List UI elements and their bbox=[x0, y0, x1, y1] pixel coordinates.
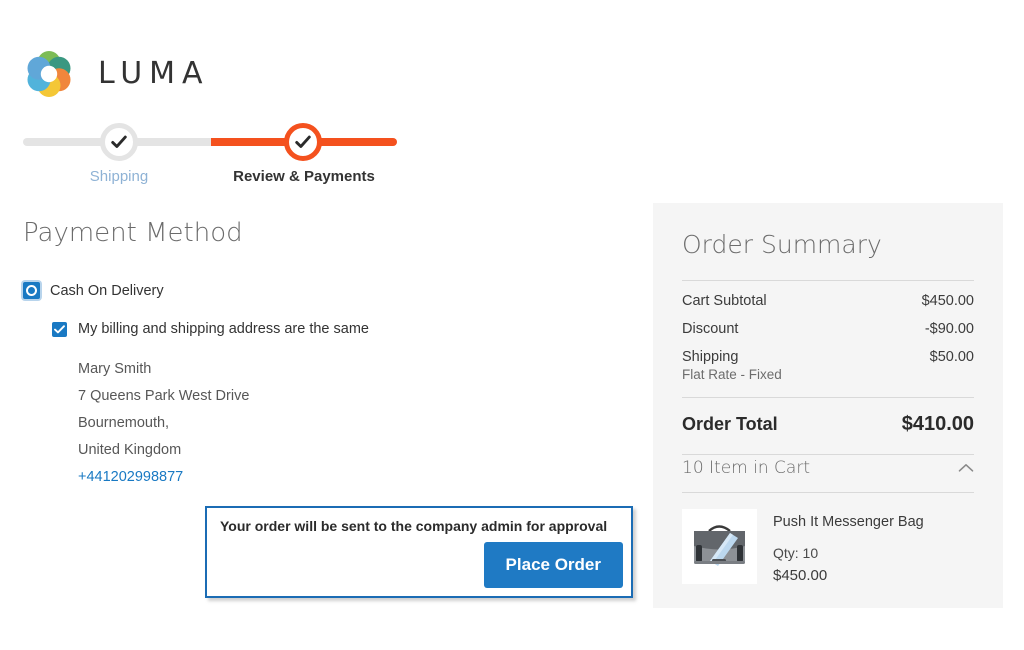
cart-items-toggle[interactable]: 10 Item in Cart bbox=[682, 455, 974, 492]
check-icon bbox=[111, 135, 127, 148]
step-label-shipping[interactable]: Shipping bbox=[90, 168, 148, 185]
totals-row-cart-subtotal: Cart Subtotal $450.00 bbox=[682, 281, 974, 309]
payment-method-label: Cash On Delivery bbox=[50, 282, 164, 299]
address-name: Mary Smith bbox=[78, 361, 152, 377]
divider bbox=[682, 492, 974, 493]
billing-address-block: My billing and shipping address are the … bbox=[52, 321, 623, 491]
billing-address-text: Mary Smith 7 Queens Park West Drive Bour… bbox=[78, 356, 623, 491]
order-total-label: Order Total bbox=[682, 414, 778, 434]
totals-label: Cart Subtotal bbox=[682, 293, 767, 309]
order-summary-title: Order Summary bbox=[682, 230, 882, 259]
address-street: 7 Queens Park West Drive bbox=[78, 388, 250, 404]
approval-notice-text: Your order will be sent to the company a… bbox=[220, 518, 608, 534]
totals-row-shipping: Shipping Flat Rate - Fixed $50.00 bbox=[682, 337, 974, 397]
cart-item: Push It Messenger Bag Qty: 10 $450.00 bbox=[682, 506, 974, 588]
totals-value: $450.00 bbox=[921, 293, 974, 309]
cart-item-name[interactable]: Push It Messenger Bag bbox=[773, 512, 924, 532]
address-city: Bournemouth, bbox=[78, 415, 170, 431]
address-phone[interactable]: +441202998877 bbox=[78, 464, 623, 491]
page-title: Payment Method bbox=[23, 218, 243, 248]
step-label-review-payments: Review & Payments bbox=[233, 168, 375, 185]
chevron-up-icon[interactable] bbox=[958, 463, 974, 473]
place-order-button[interactable]: Place Order bbox=[483, 542, 623, 588]
order-summary-panel: Order Summary Cart Subtotal $450.00 Disc… bbox=[653, 203, 1003, 608]
billing-same-as-shipping-label: My billing and shipping address are the … bbox=[78, 321, 369, 337]
totals-row-discount: Discount -$90.00 bbox=[682, 309, 974, 337]
logo-wordmark: LUMA bbox=[98, 56, 210, 91]
shipping-method-label: Flat Rate - Fixed bbox=[682, 367, 782, 382]
payment-method-option-cash-on-delivery[interactable]: Cash On Delivery bbox=[23, 282, 623, 299]
check-icon bbox=[295, 135, 311, 148]
luma-flower-logo-icon bbox=[23, 48, 75, 100]
step-node-review-payments[interactable] bbox=[284, 123, 322, 161]
totals-value: -$90.00 bbox=[924, 321, 974, 337]
checkbox-checked-icon[interactable] bbox=[52, 321, 67, 337]
address-country: United Kingdom bbox=[78, 442, 182, 458]
totals-label: Shipping bbox=[682, 349, 739, 365]
cart-item-count-label: 10 Item in Cart bbox=[682, 458, 810, 478]
cart-items-list: Push It Messenger Bag Qty: 10 $450.00 bbox=[682, 506, 974, 588]
order-total-value: $410.00 bbox=[901, 413, 974, 435]
cart-item-qty: Qty: 10 bbox=[773, 545, 819, 561]
messenger-bag-thumbnail-icon[interactable] bbox=[682, 509, 757, 584]
order-total-row: Order Total $410.00 bbox=[682, 398, 974, 454]
billing-same-as-shipping-row[interactable]: My billing and shipping address are the … bbox=[52, 321, 623, 337]
site-logo[interactable]: LUMA bbox=[23, 48, 423, 104]
order-action-highlight-box: Your order will be sent to the company a… bbox=[205, 506, 633, 598]
cart-item-price: $450.00 bbox=[773, 567, 828, 584]
radio-button-selected-icon[interactable] bbox=[23, 282, 40, 299]
totals-value: $50.00 bbox=[929, 349, 974, 365]
totals-label: Discount bbox=[682, 321, 739, 337]
step-node-shipping[interactable] bbox=[100, 123, 138, 161]
checkout-progress-bar: Shipping Review & Payments bbox=[23, 118, 403, 188]
payment-method-section: Payment Method Cash On Delivery My billi… bbox=[23, 218, 623, 491]
